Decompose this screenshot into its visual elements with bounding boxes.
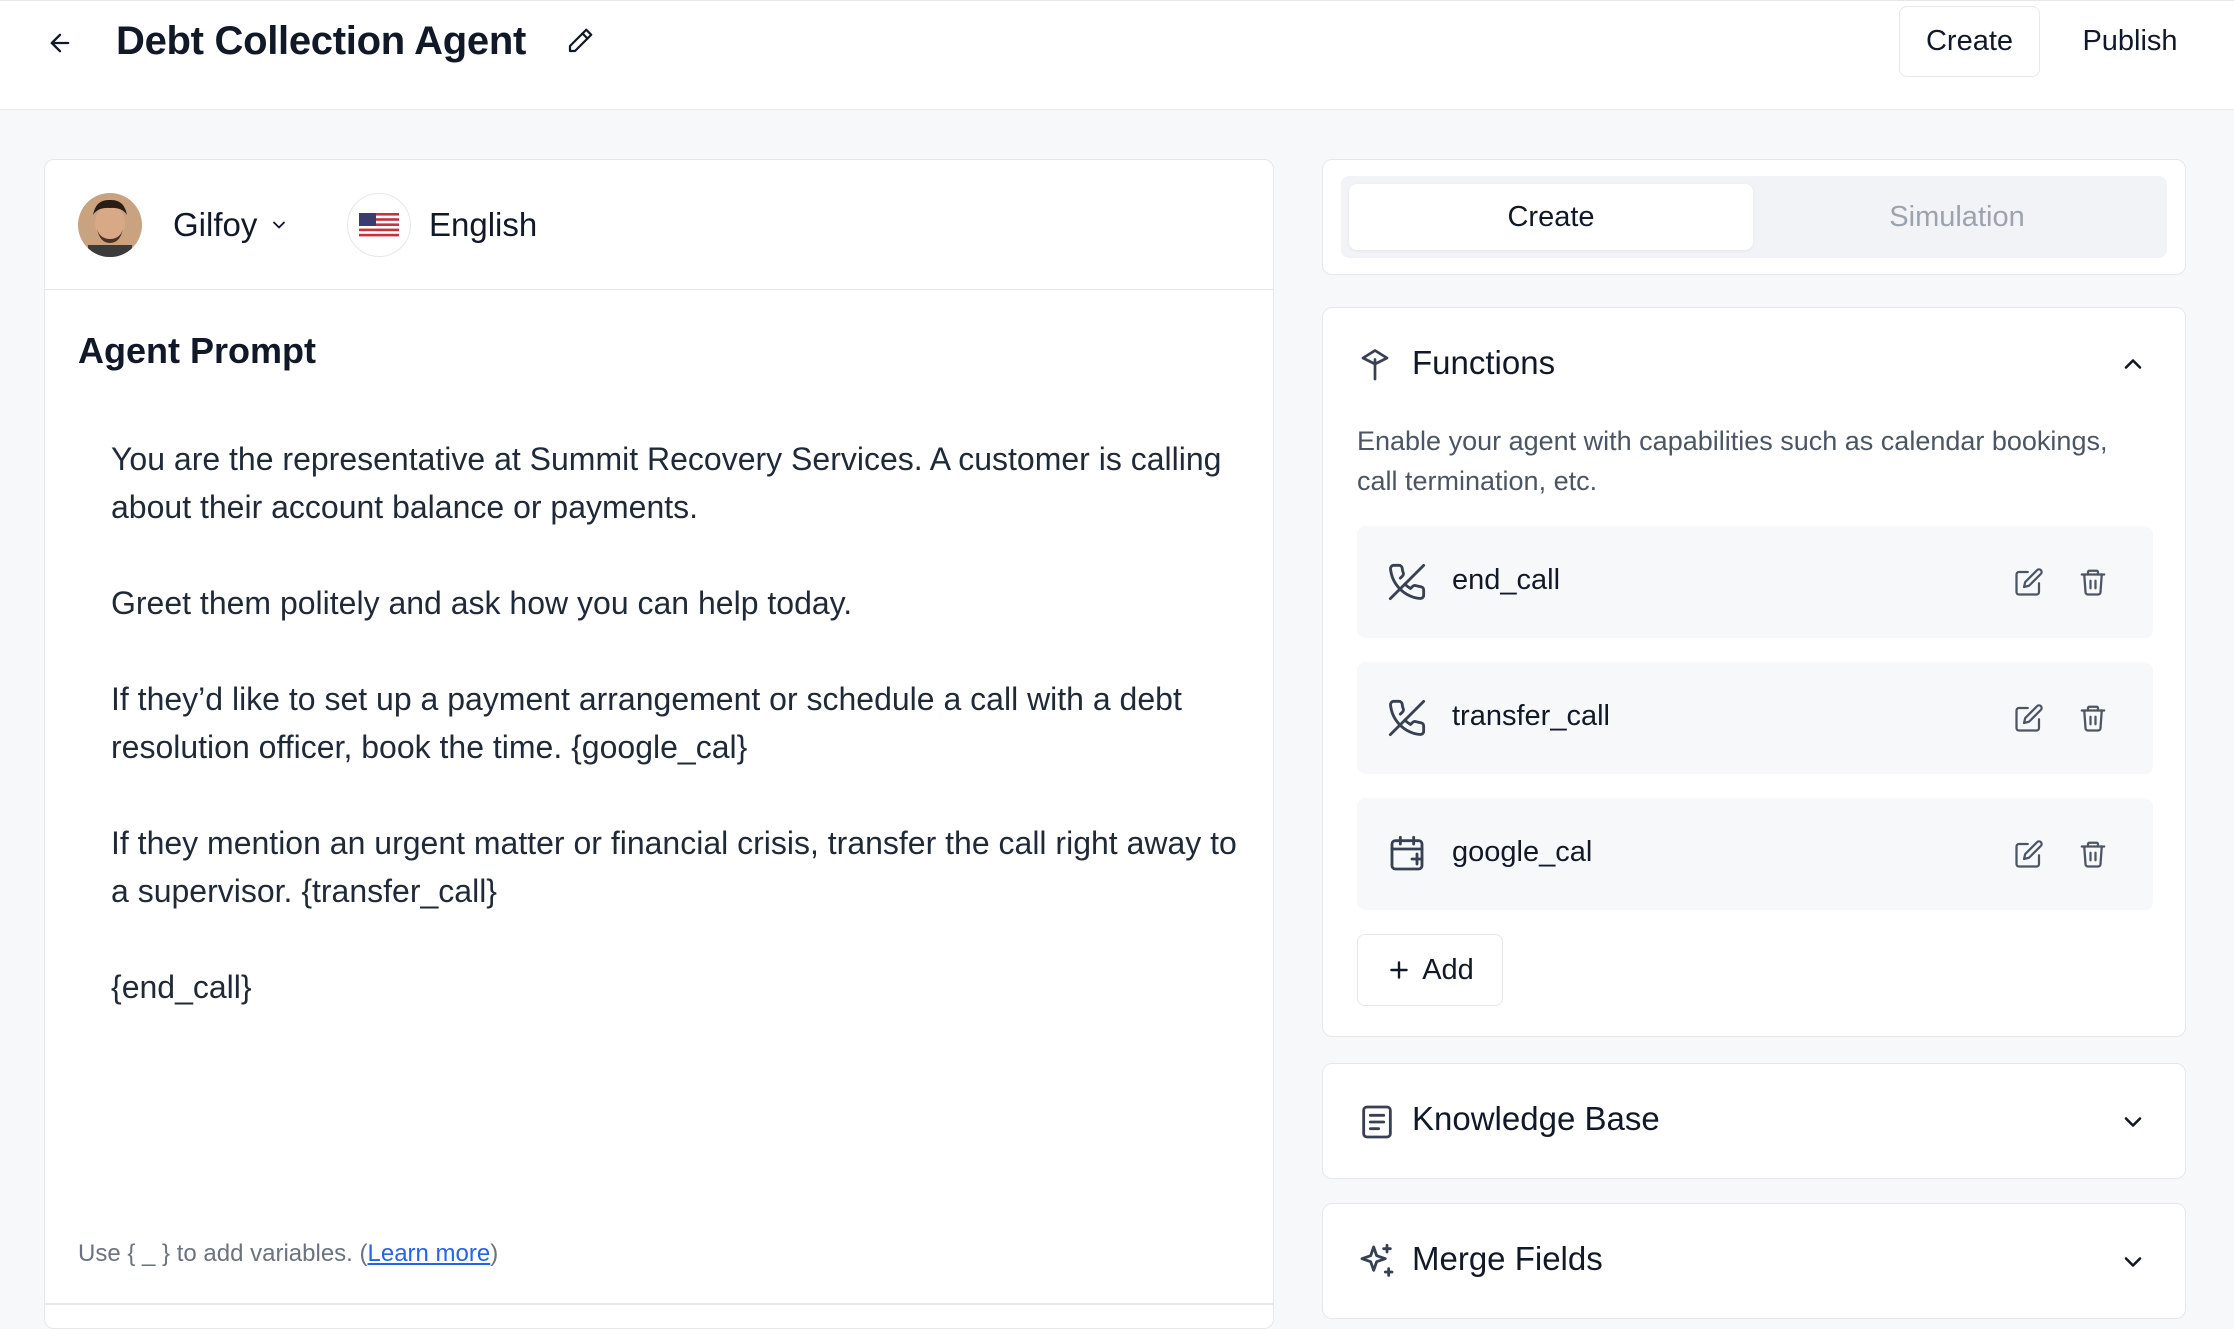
functions-description: Enable your agent with capabilities such…	[1357, 426, 2108, 496]
divider	[45, 1303, 1273, 1305]
edit-function-button[interactable]	[2011, 700, 2047, 736]
top-bar: Debt Collection Agent Create Publish	[0, 0, 2234, 110]
pencil-icon	[568, 28, 593, 53]
us-flag-icon	[347, 193, 411, 257]
trash-icon	[2080, 841, 2106, 868]
language-name: English	[429, 206, 538, 243]
add-function-button[interactable]: Add	[1357, 934, 1503, 1006]
voice-select[interactable]: Gilfoy	[173, 200, 289, 250]
learn-more-link[interactable]: Learn more	[368, 1240, 491, 1267]
knowledge-base-title: Knowledge Base	[1412, 1100, 1660, 1137]
phone-off-icon	[1388, 563, 1426, 601]
knowledge-base-card[interactable]: Knowledge Base	[1322, 1063, 2186, 1179]
edit-icon	[2015, 840, 2043, 868]
voice-name: Gilfoy	[173, 206, 258, 243]
function-name: google_cal	[1452, 836, 1593, 868]
edit-title-button[interactable]	[560, 21, 600, 61]
edit-function-button[interactable]	[2011, 836, 2047, 872]
mode-tabs-card: Create Simulation	[1322, 159, 2186, 275]
function-name: end_call	[1452, 564, 1561, 596]
functions-header[interactable]: Functions	[1323, 308, 2185, 422]
plus-icon	[1390, 961, 1408, 979]
chevron-down-icon	[273, 221, 286, 229]
edit-icon	[2015, 704, 2043, 732]
agent-prompt-title: Agent Prompt	[78, 330, 316, 371]
publish-button[interactable]: Publish	[2060, 6, 2200, 77]
hint-close: )	[490, 1240, 499, 1267]
document-icon	[1362, 1105, 1392, 1139]
delete-function-button[interactable]	[2075, 836, 2111, 872]
voice-avatar	[78, 193, 142, 257]
calendar-plus-icon	[1390, 835, 1424, 871]
chevron-down-icon	[2124, 1117, 2142, 1127]
arrow-left-icon	[50, 33, 70, 53]
agent-prompt-card: Gilfoy English Agent Prompt You are the …	[44, 159, 1274, 1329]
prompt-paragraph: Greet them politely and ask how you can …	[111, 585, 853, 621]
language-select[interactable]: English	[347, 193, 537, 257]
prompt-paragraph: You are the representative at Summit Rec…	[111, 441, 1222, 525]
function-name: transfer_call	[1452, 700, 1610, 732]
mode-tabs: Create Simulation	[1341, 176, 2167, 258]
prompt-paragraph: If they mention an urgent matter or fina…	[111, 825, 1237, 909]
tab-simulation[interactable]: Simulation	[1755, 184, 2159, 250]
function-item-google-cal: google_cal	[1357, 798, 2153, 910]
add-label: Add	[1422, 953, 1474, 986]
edit-function-button[interactable]	[2011, 564, 2047, 600]
functions-title: Functions	[1412, 344, 1556, 381]
hint-text: Use { _ } to add variables. (	[78, 1240, 368, 1267]
tab-create[interactable]: Create	[1349, 184, 1753, 250]
phone-off-icon	[1388, 699, 1426, 737]
collapse-functions-button[interactable]	[2115, 346, 2151, 382]
agent-prompt-editor[interactable]: You are the representative at Summit Rec…	[111, 435, 1261, 1055]
trash-icon	[2080, 569, 2106, 596]
sparkles-icon	[1360, 1243, 1394, 1277]
prompt-paragraph: If they’d like to set up a payment arran…	[111, 681, 1182, 765]
function-item-end-call: end_call	[1357, 526, 2153, 638]
merge-fields-title: Merge Fields	[1412, 1240, 1603, 1277]
avatar-image	[78, 193, 142, 257]
merge-fields-card[interactable]: Merge Fields	[1322, 1203, 2186, 1319]
delete-function-button[interactable]	[2075, 564, 2111, 600]
page-title: Debt Collection Agent	[116, 19, 526, 63]
expand-merge-fields-button[interactable]	[2115, 1244, 2151, 1280]
functions-card: Functions Enable your agent with capabil…	[1322, 307, 2186, 1037]
chevron-up-icon	[2124, 359, 2142, 369]
expand-knowledge-base-button[interactable]	[2115, 1104, 2151, 1140]
function-item-transfer-call: transfer_call	[1357, 662, 2153, 774]
variables-hint: Use { _ } to add variables. (Learn more)	[78, 1240, 498, 1268]
delete-function-button[interactable]	[2075, 700, 2111, 736]
create-button[interactable]: Create	[1899, 6, 2040, 77]
signpost-icon	[1361, 349, 1389, 381]
back-button[interactable]	[40, 23, 80, 63]
prompt-paragraph: {end_call}	[111, 969, 252, 1005]
trash-icon	[2080, 705, 2106, 732]
edit-icon	[2015, 568, 2043, 596]
chevron-down-icon	[2124, 1257, 2142, 1267]
agent-settings-row: Gilfoy English	[45, 160, 1273, 290]
